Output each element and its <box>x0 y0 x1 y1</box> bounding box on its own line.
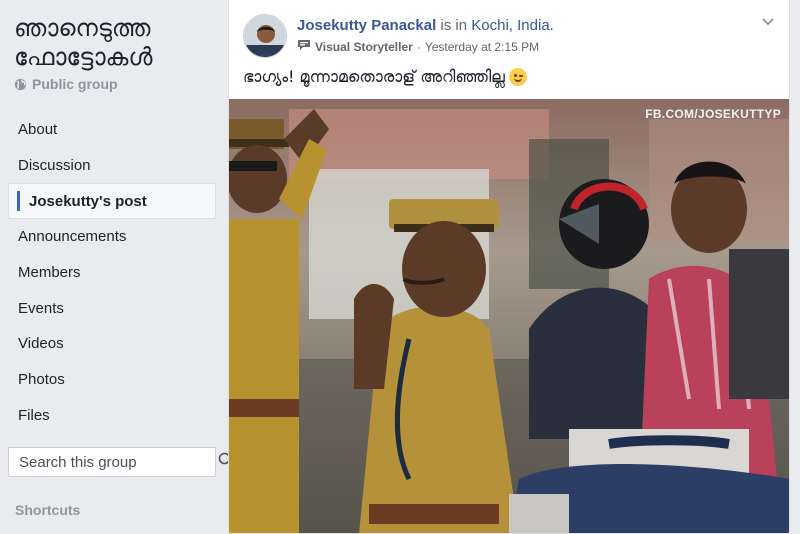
nav-item-files[interactable]: Files <box>8 398 216 434</box>
nav-item-announcements[interactable]: Announcements <box>8 219 216 255</box>
left-sidebar: ഞാനെടുത്ത ഫോട്ടോകൾ Public group About Di… <box>0 0 234 534</box>
nav-label: Events <box>18 299 64 317</box>
nav-label: Announcements <box>18 228 127 246</box>
nav-label: Members <box>18 264 81 282</box>
privacy-label: Public group <box>32 76 118 92</box>
nav-item-photos[interactable]: Photos <box>8 362 216 398</box>
post-card: Josekutty Panackal is in Kochi, India. V… <box>228 0 790 534</box>
chat-bubble-icon <box>297 39 311 54</box>
post-photo[interactable]: FB.COM/JOSEKUTTYP <box>229 99 789 533</box>
wink-emoji-icon <box>508 68 527 86</box>
chevron-down-icon[interactable] <box>761 14 775 28</box>
shortcuts-heading: Shortcuts <box>15 502 81 518</box>
nav-item-members[interactable]: Members <box>8 255 216 291</box>
group-privacy: Public group <box>14 76 118 92</box>
nav-label: Josekutty's post <box>29 192 147 210</box>
nav-item-josekutty-post[interactable]: Josekutty's post <box>8 183 216 220</box>
author-avatar[interactable] <box>243 14 287 58</box>
post-message: ഭാഗ്യം! മൂന്നാമതൊരാള് അറിഞ്ഞില്ല <box>243 66 527 88</box>
post-header: Josekutty Panackal is in Kochi, India. <box>297 16 554 35</box>
post-message-text: ഭാഗ്യം! മൂന്നാമതൊരാള് അറിഞ്ഞില്ല <box>243 67 505 86</box>
group-nav: About Discussion Josekutty's post Announ… <box>8 112 216 433</box>
post-timestamp[interactable]: Yesterday at 2:15 PM <box>425 40 539 54</box>
checkin-connector: is in <box>440 17 468 34</box>
author-name[interactable]: Josekutty Panackal <box>297 17 436 34</box>
nav-item-discussion[interactable]: Discussion <box>8 148 216 184</box>
globe-icon <box>14 78 27 91</box>
nav-label: Videos <box>18 335 64 353</box>
search-input[interactable] <box>19 453 218 471</box>
nav-label: About <box>18 121 58 139</box>
nav-label: Discussion <box>18 157 91 175</box>
checkin-location[interactable]: Kochi, India. <box>471 17 554 34</box>
active-indicator <box>17 191 20 212</box>
nav-item-about[interactable]: About <box>8 112 216 148</box>
nav-label: Files <box>18 406 50 424</box>
group-search <box>8 447 234 477</box>
group-name[interactable]: ഞാനെടുത്ത ഫോട്ടോകൾ <box>14 14 214 72</box>
nav-item-events[interactable]: Events <box>8 290 216 326</box>
photo-watermark: FB.COM/JOSEKUTTYP <box>645 107 781 121</box>
member-badge[interactable]: Visual Storyteller <box>315 40 413 54</box>
meta-separator: · <box>416 39 421 54</box>
post-meta: Visual Storyteller · Yesterday at 2:15 P… <box>297 39 539 54</box>
nav-item-videos[interactable]: Videos <box>8 326 216 362</box>
nav-label: Photos <box>18 371 65 389</box>
